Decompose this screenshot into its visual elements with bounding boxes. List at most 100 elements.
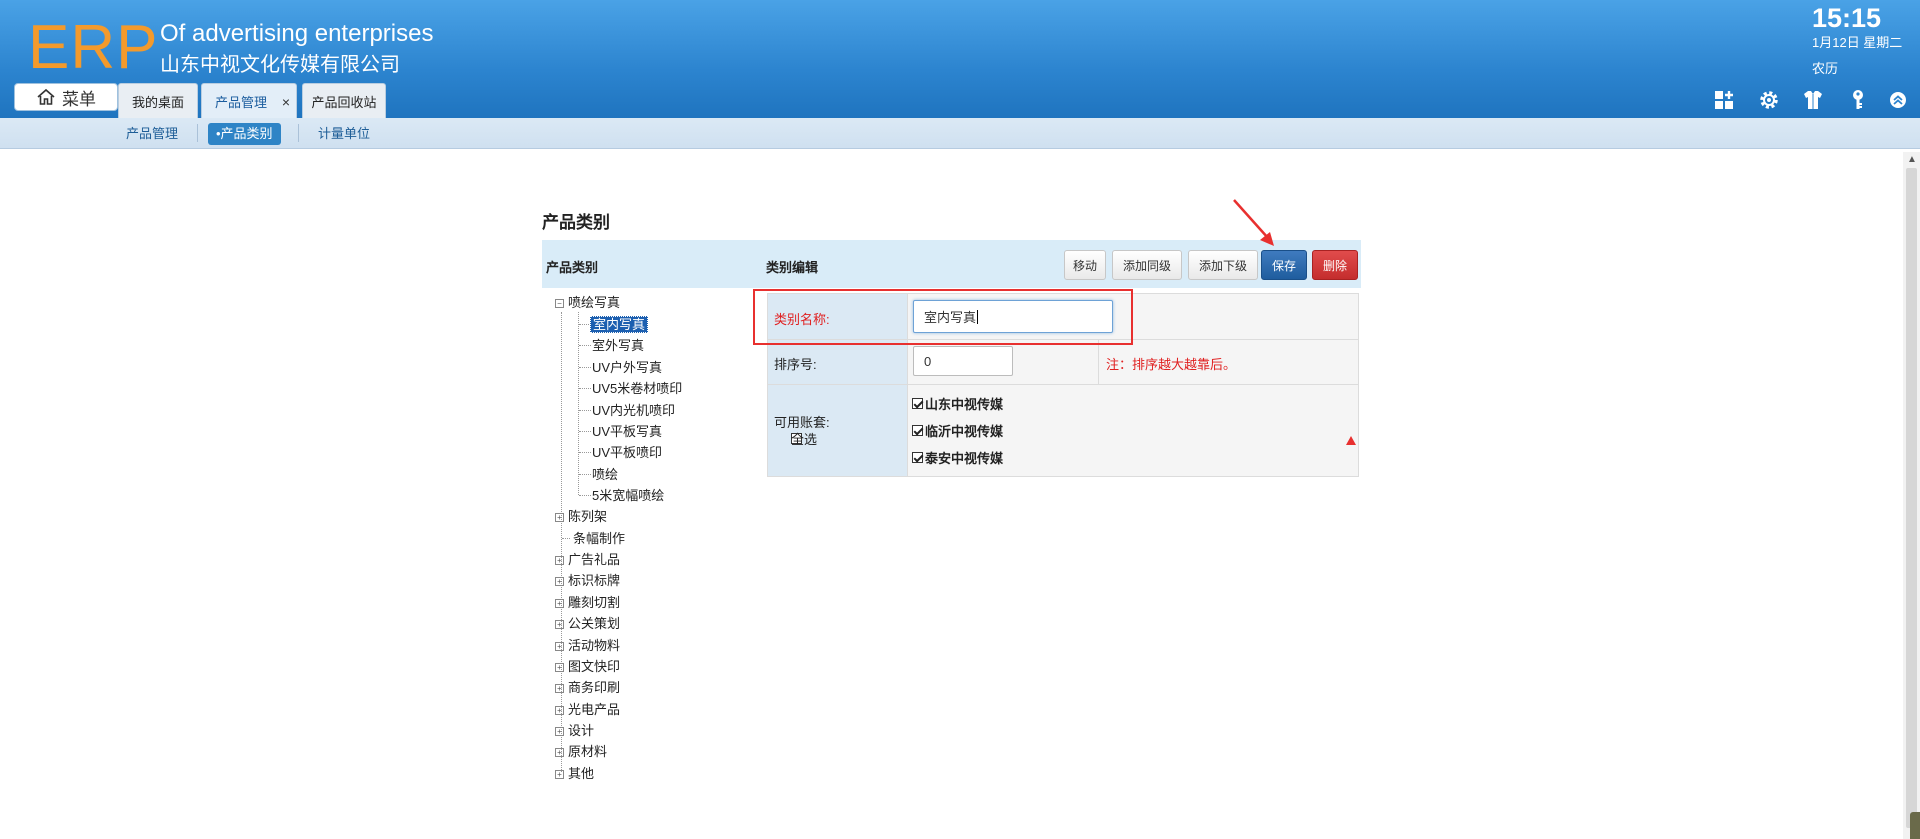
form-row-accounts: 可用账套: 全选 山东中视传媒 临沂中视传媒 泰安中视传媒 bbox=[768, 385, 1358, 476]
subnav-divider bbox=[197, 124, 198, 142]
tree-node[interactable]: 5米宽幅喷绘 bbox=[592, 485, 664, 506]
tab-my-desktop[interactable]: 我的桌面 bbox=[118, 83, 198, 118]
tree-connector bbox=[579, 367, 591, 368]
scroll-up-arrow-icon[interactable]: ▲ bbox=[1907, 154, 1917, 165]
expand-toggle-icon[interactable]: + bbox=[555, 513, 564, 523]
sort-order-input[interactable]: 0 bbox=[913, 346, 1013, 376]
annotation-arrow-icon bbox=[1233, 199, 1274, 246]
account-checkbox-taian[interactable]: 泰安中视传媒 bbox=[912, 448, 1003, 467]
checkbox-box bbox=[912, 425, 923, 436]
scrollbar-thumb[interactable] bbox=[1906, 168, 1917, 828]
grid-add-icon[interactable] bbox=[1712, 88, 1736, 112]
tree-node[interactable]: + 陈列架 bbox=[555, 506, 607, 527]
subnav-unit-of-measure[interactable]: 计量单位 bbox=[318, 123, 370, 145]
input-value: 0 bbox=[924, 353, 932, 369]
edit-panel-heading: 类别编辑 bbox=[766, 260, 819, 275]
app-header: ERP Of advertising enterprises 山东中视文化传媒有… bbox=[0, 0, 1920, 118]
tree-node[interactable]: + 雕刻切割 bbox=[555, 592, 620, 613]
tree-node[interactable]: + 图文快印 bbox=[555, 656, 620, 677]
subnav-product-management[interactable]: 产品管理 bbox=[126, 123, 178, 145]
tree-connector bbox=[579, 495, 591, 496]
tree-panel-heading: 产品类别 bbox=[546, 260, 599, 275]
clock-time: 15:15 bbox=[1812, 3, 1882, 33]
tree-node[interactable]: UV户外写真 bbox=[592, 357, 662, 378]
expand-toggle-icon[interactable]: + bbox=[555, 556, 564, 566]
tab-label: 产品回收站 bbox=[311, 94, 377, 110]
tree-node[interactable]: 室外写真 bbox=[592, 335, 644, 356]
checkbox-label: 全选 bbox=[791, 432, 818, 447]
tree-node[interactable]: + 光电产品 bbox=[555, 699, 620, 720]
save-button[interactable]: 保存 bbox=[1261, 250, 1307, 280]
expand-toggle-icon[interactable]: + bbox=[555, 642, 564, 652]
tree-connector bbox=[578, 312, 579, 495]
expand-toggle-icon[interactable]: + bbox=[555, 770, 564, 780]
tree-connector bbox=[579, 410, 591, 411]
tree-node[interactable]: + 广告礼品 bbox=[555, 549, 620, 570]
expand-toggle-icon[interactable]: + bbox=[555, 620, 564, 630]
tree-node[interactable]: + 商务印刷 bbox=[555, 677, 620, 698]
tree-node[interactable]: 条幅制作 bbox=[573, 528, 625, 549]
menu-button[interactable]: 菜单 bbox=[14, 83, 118, 111]
checkbox-label: 泰安中视传媒 bbox=[925, 451, 1004, 466]
checkbox-label: 山东中视传媒 bbox=[925, 397, 1004, 412]
page-scrollbar[interactable]: ▲ bbox=[1903, 152, 1920, 839]
account-checkbox-shandong[interactable]: 山东中视传媒 bbox=[912, 394, 1003, 413]
tree-node[interactable]: + 其他 bbox=[555, 763, 594, 784]
tree-node[interactable]: + 活动物料 bbox=[555, 635, 620, 656]
select-all-checkbox[interactable]: 全选 bbox=[785, 432, 817, 447]
form-label-cell: 排序号: bbox=[768, 340, 908, 384]
expand-toggle-icon[interactable]: + bbox=[555, 684, 564, 694]
tree-node-root[interactable]: − 喷绘写真 bbox=[555, 292, 620, 313]
collapse-toggle-icon[interactable]: − bbox=[555, 299, 564, 309]
shirt-icon[interactable] bbox=[1801, 88, 1825, 112]
add-child-button[interactable]: 添加下级 bbox=[1188, 250, 1258, 280]
expand-toggle-icon[interactable]: + bbox=[555, 599, 564, 609]
move-button[interactable]: 移动 bbox=[1064, 250, 1106, 280]
tree-connector bbox=[579, 431, 591, 432]
corner-widget[interactable] bbox=[1910, 812, 1920, 839]
tree-connector bbox=[562, 538, 570, 539]
subnav-divider bbox=[298, 124, 299, 142]
tree-connector bbox=[579, 345, 591, 346]
tab-product-recycle-bin[interactable]: 产品回收站 bbox=[302, 83, 386, 118]
tree-node[interactable]: + 标识标牌 bbox=[555, 570, 620, 591]
tree-connector bbox=[579, 452, 591, 453]
tree-node[interactable]: + 设计 bbox=[555, 720, 594, 741]
form-value-cell: 山东中视传媒 临沂中视传媒 泰安中视传媒 bbox=[908, 385, 1358, 476]
expand-toggle-icon[interactable]: + bbox=[555, 663, 564, 673]
sort-order-note: 注：排序越大越靠后。 bbox=[1106, 357, 1237, 372]
delete-button[interactable]: 删除 bbox=[1312, 250, 1358, 280]
expand-toggle-icon[interactable]: + bbox=[555, 727, 564, 737]
key-icon[interactable] bbox=[1846, 88, 1870, 112]
tree-node[interactable]: UV5米卷材喷印 bbox=[592, 378, 682, 399]
cell-divider bbox=[1098, 340, 1099, 384]
checkbox-box bbox=[912, 452, 923, 463]
tab-product-management[interactable]: 产品管理 × bbox=[201, 83, 297, 118]
tree-node[interactable]: + 公关策划 bbox=[555, 613, 620, 634]
tree-node[interactable]: 喷绘 bbox=[592, 464, 618, 485]
tree-node[interactable]: UV内光机喷印 bbox=[592, 400, 675, 421]
tree-node[interactable]: + 原材料 bbox=[555, 741, 607, 762]
tree-node[interactable]: UV平板写真 bbox=[592, 421, 662, 442]
gear-icon[interactable] bbox=[1757, 88, 1781, 112]
tree-node[interactable]: UV平板喷印 bbox=[592, 442, 662, 463]
subnav-product-category[interactable]: •产品类别 bbox=[208, 123, 281, 145]
close-tab-icon[interactable]: × bbox=[282, 94, 290, 110]
lunar-calendar-link[interactable]: 农历 bbox=[1812, 60, 1838, 78]
collapse-up-icon[interactable] bbox=[1886, 88, 1910, 112]
expand-toggle-icon[interactable]: + bbox=[555, 706, 564, 716]
checkbox-label: 临沂中视传媒 bbox=[925, 424, 1004, 439]
account-checkbox-linyi[interactable]: 临沂中视传媒 bbox=[912, 421, 1003, 440]
tree-node-selected[interactable]: 室内写真 bbox=[590, 314, 649, 335]
clock-date: 1月12日 星期二 bbox=[1812, 35, 1903, 50]
page-title: 产品类别 bbox=[542, 213, 610, 232]
checkbox-box bbox=[912, 398, 923, 409]
sub-navigation: 产品管理 •产品类别 计量单位 bbox=[0, 118, 1920, 149]
expand-toggle-icon[interactable]: + bbox=[555, 577, 564, 587]
brand-chinese-name: 山东中视文化传媒有限公司 bbox=[160, 54, 400, 76]
brand-english-name: Of advertising enterprises bbox=[160, 20, 434, 47]
expand-toggle-icon[interactable]: + bbox=[555, 748, 564, 758]
tab-label: 我的桌面 bbox=[131, 94, 184, 110]
add-sibling-button[interactable]: 添加同级 bbox=[1112, 250, 1182, 280]
form-row-sort: 排序号: 0 注：排序越大越靠后。 bbox=[768, 340, 1358, 385]
